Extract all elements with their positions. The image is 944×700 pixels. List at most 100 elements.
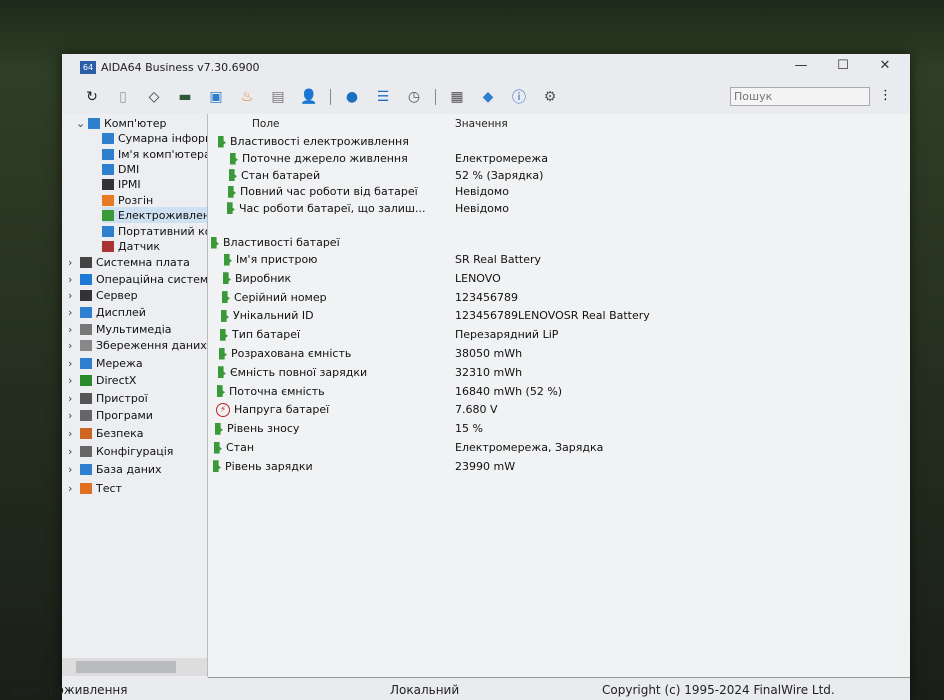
table-row[interactable]: ⚡ Напруга батареї 7.680 V	[208, 401, 910, 418]
tree-item[interactable]: › База даних	[68, 461, 162, 477]
chevron-right-icon[interactable]: ›	[68, 306, 78, 319]
tree-item[interactable]: › Безпека	[68, 425, 144, 441]
title-bar: 64 AIDA64 Business v7.30.6900	[62, 54, 910, 80]
user-button[interactable]: 👤	[299, 87, 319, 107]
field-label: Рівень зносу	[227, 422, 300, 436]
table-row[interactable]: Повний час роботи від батареї Невідомо	[208, 183, 910, 200]
table-row[interactable]: Стан Електромережа, Зарядка	[208, 439, 910, 456]
tree-item[interactable]: › Програми	[68, 407, 153, 423]
chevron-right-icon[interactable]: ›	[68, 256, 78, 269]
group-header[interactable]: Властивості електроживлення	[208, 133, 910, 150]
table-row[interactable]: Розрахована ємність 38050 mWh	[208, 345, 910, 362]
chevron-right-icon[interactable]: ›	[68, 463, 78, 476]
field-cell: Розрахована ємність	[219, 347, 351, 360]
column-header-value[interactable]: Значення	[455, 118, 508, 130]
maximize-button[interactable]: ☐	[828, 58, 858, 73]
table-row[interactable]: Поточна ємність 16840 mWh (52 %)	[208, 383, 910, 400]
chevron-right-icon[interactable]: ›	[68, 409, 78, 422]
cache-button[interactable]: ▤	[268, 87, 288, 107]
chevron-right-icon[interactable]: ›	[68, 289, 78, 302]
tree-item[interactable]: IPMI	[102, 176, 141, 192]
update-button[interactable]: ◆	[478, 87, 498, 107]
computer-button[interactable]: ▣	[206, 87, 226, 107]
network-button[interactable]: ●	[342, 87, 362, 107]
monitor-button[interactable]: ▦	[447, 87, 467, 107]
search-input[interactable]	[730, 87, 870, 106]
tree-item-icon	[102, 240, 114, 252]
tree-item[interactable]: › Пристрої	[68, 390, 148, 406]
group-header[interactable]: Властивості батареї	[208, 234, 910, 251]
tree-item[interactable]: Ім'я комп'ютера	[102, 146, 207, 162]
table-row[interactable]: Ім'я пристрою SR Real Battery	[208, 251, 910, 268]
tree-item[interactable]: › Системна плата	[68, 254, 190, 270]
table-row[interactable]: Час роботи батареї, що залиш... Невідомо	[208, 200, 910, 217]
report-button[interactable]: ▯	[113, 87, 133, 107]
tree-item-label: База даних	[96, 462, 162, 476]
table-row[interactable]: Серійний номер 123456789	[208, 289, 910, 306]
field-label: Серійний номер	[234, 290, 327, 304]
field-cell: Ємність повної зарядки	[218, 366, 367, 379]
chevron-right-icon[interactable]: ›	[68, 374, 78, 387]
tree-item[interactable]: › Мережа	[68, 355, 143, 371]
tree-item[interactable]: DMI	[102, 161, 139, 177]
tree-item[interactable]: › Тест	[68, 480, 122, 496]
chevron-right-icon[interactable]: ›	[68, 445, 78, 458]
tree-item[interactable]: Портативний комп'юте	[102, 223, 207, 239]
battery-icon	[228, 185, 236, 198]
field-label: Рівень зарядки	[225, 459, 313, 473]
tree-item[interactable]: Датчик	[102, 238, 160, 254]
tree-item[interactable]: › Сервер	[68, 287, 138, 303]
value-cell: 52 % (Зарядка)	[455, 168, 544, 182]
tree-item-icon	[80, 409, 92, 421]
tree-horizontal-scrollbar[interactable]	[62, 658, 207, 676]
cpu-button[interactable]: ◇	[144, 87, 164, 107]
column-header-field[interactable]: Поле	[252, 118, 280, 130]
benchmark-button[interactable]: ◷	[404, 87, 424, 107]
tree-item[interactable]: › Конфігурація	[68, 443, 173, 459]
more-menu-button[interactable]: ⋮	[879, 88, 892, 103]
memory-button[interactable]: ▬	[175, 87, 195, 107]
battery-icon	[214, 441, 222, 454]
minimize-button[interactable]: —	[786, 58, 816, 73]
tree-item[interactable]: › Збереження даних	[68, 337, 207, 353]
chevron-down-icon[interactable]: ⌄	[76, 117, 86, 130]
tree-item-label: Дисплей	[96, 305, 146, 319]
toolbar-separator	[330, 89, 331, 105]
tree-item[interactable]: › DirectX	[68, 372, 136, 388]
tree-item[interactable]: › Мультимедіа	[68, 321, 172, 337]
tree-item[interactable]: ⌄ Комп'ютер	[76, 115, 166, 131]
overclock-button[interactable]: ♨	[237, 87, 257, 107]
info-button[interactable]: ⓘ	[509, 87, 529, 107]
chevron-right-icon[interactable]: ›	[68, 392, 78, 405]
tree-item[interactable]: › Операційна система	[68, 271, 207, 287]
chevron-right-icon[interactable]: ›	[68, 323, 78, 336]
table-row[interactable]: Рівень зносу 15 %	[208, 420, 910, 437]
table-row[interactable]: Поточне джерело живлення Електромережа	[208, 150, 910, 167]
tree-item[interactable]: Сумарна інформація	[102, 130, 207, 146]
table-row[interactable]: Рівень зарядки 23990 mW	[208, 458, 910, 475]
tools-button[interactable]: ⚙	[540, 87, 560, 107]
overclock-icon: ♨	[240, 89, 254, 105]
tree-item[interactable]: Електроживлення	[102, 207, 207, 223]
field-cell: Серійний номер	[222, 291, 327, 304]
scrollbar-thumb[interactable]	[76, 661, 176, 673]
table-row[interactable]: Тип батареї Перезарядний LiP	[208, 326, 910, 343]
chevron-right-icon[interactable]: ›	[68, 357, 78, 370]
table-row[interactable]: Стан батарей 52 % (Зарядка)	[208, 167, 910, 184]
chevron-right-icon[interactable]: ›	[68, 273, 78, 286]
table-row[interactable]: Ємність повної зарядки 32310 mWh	[208, 364, 910, 381]
chevron-right-icon[interactable]: ›	[68, 427, 78, 440]
table-row[interactable]: Виробник LENOVO	[208, 270, 910, 287]
table-row[interactable]: Унікальний ID 123456789LENOVOSR Real Batt…	[208, 307, 910, 324]
chevron-right-icon[interactable]: ›	[68, 339, 78, 352]
battery-icon	[230, 152, 238, 165]
refresh-button[interactable]: ↻	[82, 87, 102, 107]
tree-item-label: Портативний комп'юте	[118, 224, 207, 238]
tree-item[interactable]: › Дисплей	[68, 304, 146, 320]
tree-item[interactable]: Розгін	[102, 192, 153, 208]
field-cell: Стан	[214, 441, 254, 454]
chevron-right-icon[interactable]: ›	[68, 482, 78, 495]
close-button[interactable]: ✕	[870, 58, 900, 73]
tree-item-icon	[80, 482, 92, 494]
database-button[interactable]: ☰	[373, 87, 393, 107]
